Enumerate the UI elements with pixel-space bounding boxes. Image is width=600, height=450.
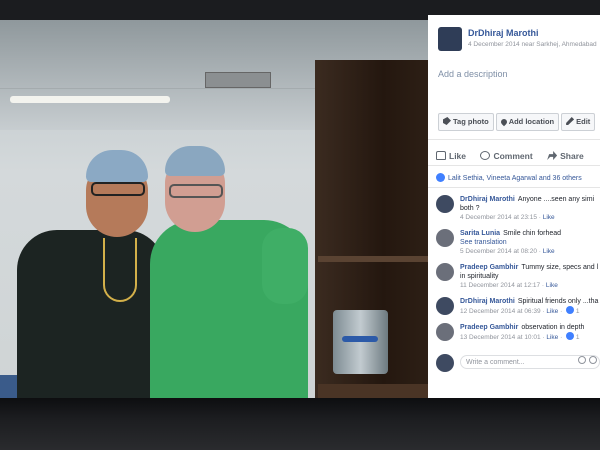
comment-label: Comment xyxy=(493,151,533,161)
commenter-name[interactable]: Pradeep Gambhir xyxy=(460,264,518,271)
edit-label: Edit xyxy=(576,117,591,126)
comment-text: Spiritual friends only ...tha xyxy=(517,298,599,305)
post-photo[interactable] xyxy=(0,20,428,400)
commenter-avatar[interactable] xyxy=(436,297,454,315)
post-meta: 4 December 2014 near Sarkhej, Ahmedabad xyxy=(468,41,597,48)
ceiling-light xyxy=(10,96,170,103)
author-avatar[interactable] xyxy=(438,27,462,51)
comment-text: Anyone ....seen any simi xyxy=(517,196,595,203)
commenter-name[interactable]: Sarita Lunia xyxy=(460,230,500,237)
comment-like-count[interactable]: 1 xyxy=(576,334,580,341)
comment-button[interactable]: Comment xyxy=(480,151,533,161)
divider xyxy=(428,165,600,166)
tag-photo-label: Tag photo xyxy=(453,117,489,126)
like-reaction-icon xyxy=(436,173,445,182)
comment-like-count[interactable]: 1 xyxy=(576,308,580,315)
commenter-avatar[interactable] xyxy=(436,263,454,281)
comment-timestamp[interactable]: 5 December 2014 at 08:20 xyxy=(460,248,537,255)
add-location-button[interactable]: Add location xyxy=(495,113,560,131)
add-description-link[interactable]: Add a description xyxy=(438,69,508,79)
commenter-name[interactable]: Pradeep Gambhir xyxy=(460,324,518,331)
person-right-glasses xyxy=(169,184,223,198)
photo-toolbar: Tag photo Add location Edit xyxy=(438,113,597,131)
location-pin-icon xyxy=(499,117,508,127)
pencil-icon xyxy=(566,117,575,125)
comment-timestamp[interactable]: 12 December 2014 at 06:39 xyxy=(460,308,541,315)
person-left-cap xyxy=(86,150,148,182)
divider xyxy=(428,187,600,188)
monitor-bezel-bottom xyxy=(0,398,600,450)
see-translation-link[interactable]: See translation xyxy=(460,238,600,247)
ceiling-grid xyxy=(0,58,330,59)
commenter-avatar[interactable] xyxy=(436,195,454,213)
divider xyxy=(428,139,600,140)
edit-button[interactable]: Edit xyxy=(561,113,596,131)
add-location-label: Add location xyxy=(508,117,555,126)
post-side-panel: DrDhiraj Marothi 4 December 2014 near Sa… xyxy=(428,15,600,400)
commenter-avatar[interactable] xyxy=(436,323,454,341)
ceiling-grid xyxy=(0,88,330,89)
share-label: Share xyxy=(560,151,584,161)
speech-bubble-icon xyxy=(480,151,491,160)
post-actions: Like Comment Share xyxy=(436,146,594,164)
like-count-icon xyxy=(566,306,575,314)
reactions-text: Lalit Sethia, Vineeta Agarwal and 36 oth… xyxy=(448,175,582,182)
comment-timestamp[interactable]: 4 December 2014 at 23:15 xyxy=(460,214,537,221)
commenter-avatar[interactable] xyxy=(436,229,454,247)
emoji-icon[interactable] xyxy=(578,356,586,364)
author-name[interactable]: DrDhiraj Marothi xyxy=(468,28,539,38)
write-comment-row: Write a comment... xyxy=(436,353,600,373)
person-left-glasses xyxy=(91,182,145,196)
comment-like-link[interactable]: Like xyxy=(546,282,558,289)
reactions-summary[interactable]: Lalit Sethia, Vineeta Agarwal and 36 oth… xyxy=(436,173,582,182)
like-button[interactable]: Like xyxy=(436,151,466,161)
commenter-name[interactable]: DrDhiraj Marothi xyxy=(460,298,515,305)
thumbs-up-icon xyxy=(436,151,446,160)
commenter-name[interactable]: DrDhiraj Marothi xyxy=(460,196,515,203)
bucket-logo xyxy=(342,336,378,342)
comment-timestamp[interactable]: 11 December 2014 at 12:17 xyxy=(460,282,540,289)
gold-chain xyxy=(103,238,137,302)
like-count-icon xyxy=(566,332,575,340)
comment-text: Smile chin forhead xyxy=(503,230,562,237)
tag-photo-button[interactable]: Tag photo xyxy=(438,113,494,131)
like-label: Like xyxy=(449,151,467,161)
share-button[interactable]: Share xyxy=(547,151,584,161)
comment-text-continued: in spirituality xyxy=(460,273,499,280)
person-left-body xyxy=(17,230,165,400)
comment-like-link[interactable]: Like xyxy=(546,308,558,315)
current-user-avatar xyxy=(436,354,454,372)
comment-like-link[interactable]: Like xyxy=(546,334,558,341)
camera-icon[interactable] xyxy=(589,356,597,364)
comment-like-link[interactable]: Like xyxy=(543,248,555,255)
ceiling-vent xyxy=(205,72,271,88)
comment-text: observation in depth xyxy=(521,324,585,331)
cabinet-shelf xyxy=(318,256,428,262)
comment-timestamp[interactable]: 13 December 2014 at 10:01 xyxy=(460,334,541,341)
tag-icon xyxy=(443,117,451,125)
person-right-sleeve xyxy=(262,228,308,304)
comment-text-continued: both ? xyxy=(460,205,480,212)
comment-text: Tummy size, specs and l xyxy=(521,264,599,271)
steel-bucket xyxy=(333,310,388,374)
person-right-cap xyxy=(165,146,225,176)
comment-like-link[interactable]: Like xyxy=(543,214,555,221)
share-arrow-icon xyxy=(547,151,558,160)
